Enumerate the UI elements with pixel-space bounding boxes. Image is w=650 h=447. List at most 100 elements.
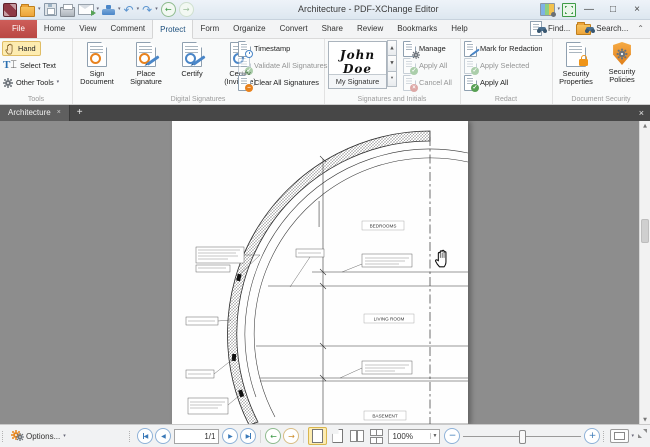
tab-form[interactable]: Form bbox=[193, 19, 226, 38]
signature-name: John Doe bbox=[339, 48, 376, 76]
continuous-layout-button[interactable] bbox=[329, 428, 346, 444]
document-tab-label: Architecture bbox=[8, 108, 51, 117]
fit-dropdown-caret[interactable]: ▾ bbox=[631, 433, 634, 439]
stamp-dropdown-caret[interactable]: ▾ bbox=[118, 7, 121, 12]
tab-comment[interactable]: Comment bbox=[103, 19, 152, 38]
new-tab-button[interactable]: + bbox=[70, 104, 90, 121]
two-page-continuous-layout-button[interactable] bbox=[367, 428, 384, 444]
next-page-button[interactable]: ▶ bbox=[222, 428, 239, 444]
spinner-dropdown-button[interactable]: ▾ bbox=[387, 70, 397, 87]
security-properties-button[interactable]: Security Properties bbox=[556, 41, 596, 93]
apply-all-signatures-button[interactable]: ✓ Apply All bbox=[403, 57, 447, 75]
search-button[interactable]: Search... bbox=[576, 22, 628, 35]
fullscreen-icon[interactable] bbox=[562, 2, 576, 17]
scroll-down-icon[interactable]: ▼ bbox=[643, 417, 647, 423]
validate-all-label: Validate All Signatures bbox=[254, 61, 328, 70]
previous-page-button[interactable]: ◀ bbox=[155, 428, 172, 444]
history-back-button[interactable]: ← bbox=[160, 2, 176, 17]
scrollbar-thumb[interactable] bbox=[641, 219, 649, 243]
view-back-button[interactable]: ← bbox=[265, 428, 282, 444]
open-dropdown-caret[interactable]: ▾ bbox=[38, 7, 41, 12]
place-signature-button[interactable]: Place Signature bbox=[122, 41, 170, 93]
tab-share[interactable]: Share bbox=[315, 19, 350, 38]
first-page-button[interactable]: ◀ bbox=[137, 428, 154, 444]
view-forward-button[interactable]: → bbox=[283, 428, 300, 444]
zoom-in-button[interactable]: + bbox=[584, 428, 601, 444]
zoom-slider-thumb[interactable] bbox=[519, 430, 527, 444]
group-caption-redact: Redact bbox=[494, 96, 518, 103]
select-text-button[interactable]: T⌶ Select Text bbox=[3, 58, 56, 73]
zoom-slider[interactable] bbox=[463, 429, 582, 444]
undo-dropdown-caret[interactable]: ▾ bbox=[137, 7, 140, 12]
spinner-down-button[interactable]: ▼ bbox=[387, 55, 397, 72]
tab-view[interactable]: View bbox=[72, 19, 103, 38]
nav-grip bbox=[129, 430, 134, 442]
page-number-field[interactable]: 1/1 bbox=[174, 428, 220, 444]
apply-selected-label: Apply Selected bbox=[480, 61, 530, 70]
history-forward-button[interactable]: → bbox=[178, 2, 194, 17]
apply-selected-button[interactable]: ✓ Apply Selected bbox=[464, 57, 530, 75]
resize-corner-icon[interactable] bbox=[638, 428, 647, 438]
single-page-layout-button[interactable] bbox=[308, 427, 328, 445]
stamp-button[interactable] bbox=[102, 2, 116, 17]
redo-dropdown-caret[interactable]: ▾ bbox=[155, 7, 158, 12]
hand-tool-button[interactable]: Hand bbox=[2, 41, 41, 56]
vertical-scrollbar[interactable]: ▲ ▼ bbox=[639, 121, 650, 425]
print-button[interactable] bbox=[59, 2, 75, 17]
cancel-all-signatures-button[interactable]: × Cancel All bbox=[403, 74, 452, 92]
mark-for-redaction-button[interactable]: Mark for Redaction bbox=[464, 40, 542, 57]
pdf-page[interactable]: BEDROOMS LIVING ROOM BASEMENT bbox=[172, 121, 469, 425]
sign-document-button[interactable]: Sign Document bbox=[74, 41, 120, 93]
open-file-button[interactable] bbox=[20, 2, 35, 17]
tab-review[interactable]: Review bbox=[350, 19, 390, 38]
tab-bookmarks[interactable]: Bookmarks bbox=[390, 19, 444, 38]
zoom-out-button[interactable]: − bbox=[444, 428, 461, 444]
tab-home[interactable]: Home bbox=[37, 19, 72, 38]
close-all-documents-icon[interactable]: × bbox=[633, 104, 650, 121]
minimize-button[interactable]: — bbox=[578, 1, 600, 18]
close-button[interactable]: × bbox=[626, 1, 648, 18]
close-tab-icon[interactable]: × bbox=[57, 109, 61, 116]
other-tools-button[interactable]: Other Tools ▾ bbox=[3, 75, 59, 90]
email-dropdown-caret[interactable]: ▾ bbox=[97, 7, 100, 12]
maximize-button[interactable]: □ bbox=[602, 1, 624, 18]
open-folder-icon bbox=[20, 3, 35, 17]
manage-signatures-button[interactable]: Manage bbox=[403, 40, 446, 57]
last-page-button[interactable]: ▶ bbox=[240, 428, 257, 444]
tab-convert[interactable]: Convert bbox=[273, 19, 315, 38]
undo-button[interactable]: ↶ bbox=[124, 2, 134, 17]
fit-page-button[interactable] bbox=[610, 429, 630, 443]
options-button[interactable]: Options... ▾ bbox=[26, 432, 66, 441]
window-controls: ▾ — □ × bbox=[540, 1, 650, 18]
timestamp-button[interactable]: Timestamp bbox=[238, 40, 290, 58]
redact-apply-all-button[interactable]: ✓ Apply All bbox=[464, 74, 508, 92]
group-caption-digital-signatures: Digital Signatures bbox=[170, 96, 226, 103]
mark-redaction-icon bbox=[464, 40, 480, 57]
tab-help[interactable]: Help bbox=[444, 19, 474, 38]
save-button[interactable] bbox=[43, 2, 57, 17]
clear-all-signatures-button[interactable]: – Clear All Signatures bbox=[238, 74, 319, 92]
document-viewport[interactable]: BEDROOMS LIVING ROOM BASEMENT ▲ ▼ bbox=[0, 121, 650, 425]
certify-button[interactable]: Certify bbox=[172, 41, 212, 93]
signature-preview[interactable]: John Doe My Signature bbox=[328, 41, 387, 89]
tab-protect[interactable]: Protect bbox=[152, 19, 194, 39]
tab-file[interactable]: File bbox=[0, 19, 37, 38]
group-tools: Hand T⌶ Select Text Other Tools ▾ Tools bbox=[0, 38, 73, 104]
scroll-up-icon[interactable]: ▲ bbox=[643, 121, 647, 129]
redo-button[interactable]: ↷ bbox=[142, 2, 152, 17]
customize-ui-icon[interactable] bbox=[540, 3, 557, 17]
spinner-up-button[interactable]: ▲ bbox=[387, 40, 397, 57]
bedrooms-label: BEDROOMS bbox=[370, 224, 397, 229]
customize-dropdown-caret[interactable]: ▾ bbox=[557, 7, 560, 12]
validate-all-signatures-button[interactable]: ✓ Validate All Signatures bbox=[238, 57, 328, 75]
gear-icon bbox=[5, 79, 11, 86]
security-policies-button[interactable]: Security Policies bbox=[600, 41, 644, 93]
two-page-layout-button[interactable] bbox=[348, 428, 365, 444]
collapse-ribbon-button[interactable]: ⌃ bbox=[634, 24, 647, 33]
tab-organize[interactable]: Organize bbox=[226, 19, 272, 38]
document-tab-architecture[interactable]: Architecture × bbox=[0, 104, 70, 121]
zoom-level-dropdown[interactable]: 100% ▼ bbox=[388, 428, 441, 444]
find-button[interactable]: Find... bbox=[530, 21, 570, 36]
timestamp-icon bbox=[238, 40, 253, 58]
email-button[interactable] bbox=[77, 2, 96, 17]
